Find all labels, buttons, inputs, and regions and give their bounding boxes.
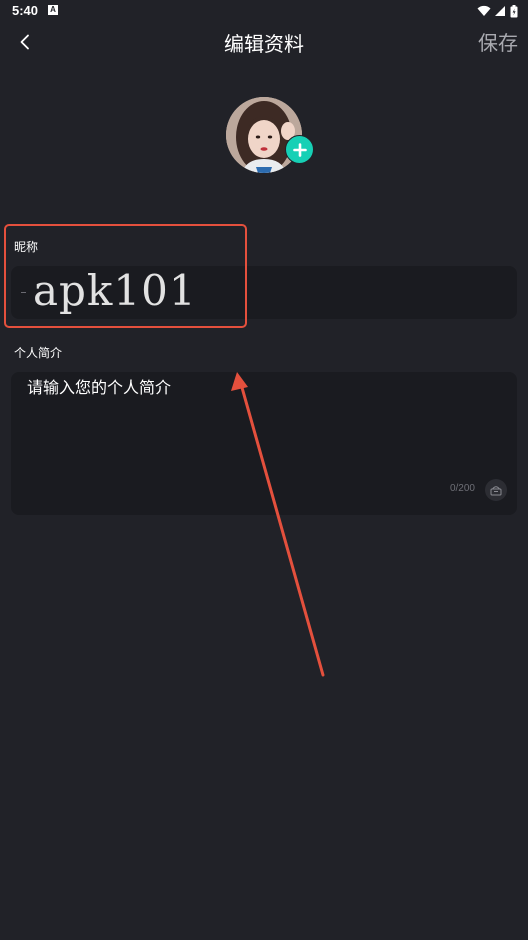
bio-placeholder: 请输入您的个人简介 xyxy=(27,378,172,397)
bio-field[interactable]: 请输入您的个人简介 0/200 xyxy=(11,372,517,515)
status-icons xyxy=(477,4,518,18)
avatar-add-button[interactable] xyxy=(285,135,314,164)
header: 编辑资料 保存 xyxy=(0,22,528,62)
battery-icon xyxy=(510,4,518,17)
page-title: 编辑资料 xyxy=(224,32,304,56)
notification-icon: A xyxy=(48,5,58,15)
status-time: 5:40 xyxy=(12,3,39,18)
wifi-icon xyxy=(477,5,491,16)
bio-label: 个人简介 xyxy=(14,346,63,360)
emoji-icon xyxy=(490,485,502,495)
plus-icon xyxy=(292,142,307,157)
save-button[interactable]: 保存 xyxy=(478,27,518,56)
signal-icon xyxy=(495,6,505,16)
emoji-button[interactable] xyxy=(485,479,507,501)
annotation-highlight-box xyxy=(4,224,247,328)
status-bar: 5:40 A xyxy=(0,0,528,22)
bio-char-counter: 0/200 xyxy=(449,483,475,494)
avatar-section xyxy=(226,97,318,177)
